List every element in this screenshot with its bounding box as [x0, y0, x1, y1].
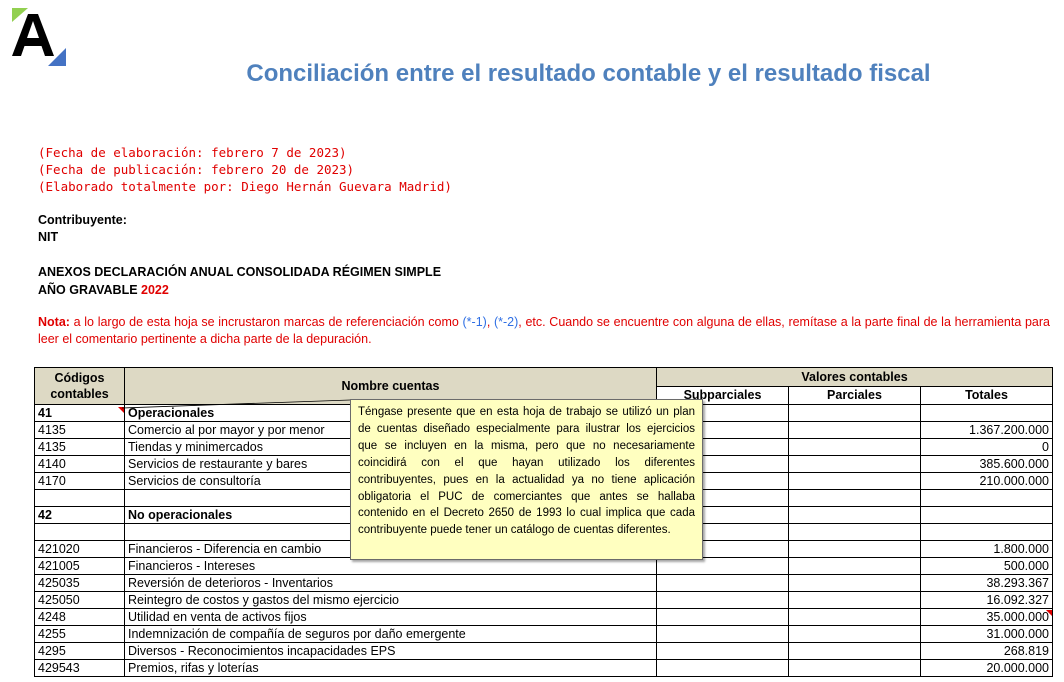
- cell-total[interactable]: 385.600.000: [920, 455, 1053, 473]
- table-row[interactable]: 4255 Indemnización de compañía de seguros…: [34, 625, 1053, 643]
- contribuyente-block: Contribuyente: NIT: [38, 212, 127, 246]
- nota-text-1: a lo largo de esta hoja se incrustaron m…: [69, 315, 463, 329]
- cell-nombre[interactable]: Premios, rifas y loterías: [124, 659, 657, 677]
- cell-parcial[interactable]: [788, 642, 921, 660]
- nota-label: Nota:: [38, 315, 70, 329]
- cell-total[interactable]: 1.367.200.000: [920, 421, 1053, 439]
- cell-nombre[interactable]: Reintegro de costos y gastos del mismo e…: [124, 591, 657, 609]
- cell-total[interactable]: 268.819: [920, 642, 1053, 660]
- table-row[interactable]: 425035 Reversión de deterioros - Inventar…: [34, 574, 1053, 592]
- cell-nombre[interactable]: Financieros - Intereses: [124, 557, 657, 575]
- cell-parcial[interactable]: [788, 659, 921, 677]
- nota-paragraph: Nota: a lo largo de esta hoja se incrust…: [38, 314, 1050, 348]
- cell-subparcial[interactable]: [656, 659, 789, 677]
- cell-codigo[interactable]: 4248: [34, 608, 125, 626]
- cell-nombre[interactable]: Utilidad en venta de activos fijos: [124, 608, 657, 626]
- ano-gravable: AÑO GRAVABLE 2022: [38, 281, 441, 299]
- elaborado-por: (Elaborado totalmente por: Diego Hernán …: [38, 179, 452, 194]
- table-row[interactable]: 4295 Diversos - Reconocimientos incapacid…: [34, 642, 1053, 660]
- contribuyente-label: Contribuyente:: [38, 213, 127, 227]
- table-row[interactable]: 429543 Premios, rifas y loterías 20.000.00…: [34, 659, 1053, 677]
- table-row[interactable]: 421005 Financieros - Intereses 500.000: [34, 557, 1053, 575]
- cell-parcial[interactable]: [788, 574, 921, 592]
- fecha-publicacion: (Fecha de publicación: febrero 20 de 202…: [38, 162, 355, 177]
- cell-parcial[interactable]: [788, 625, 921, 643]
- cell-total[interactable]: 20.000.000: [920, 659, 1053, 677]
- cell-subparcial[interactable]: [656, 574, 789, 592]
- cell-parcial[interactable]: [788, 455, 921, 473]
- cell-nombre[interactable]: Reversión de deterioros - Inventarios: [124, 574, 657, 592]
- header-parciales[interactable]: Parciales: [788, 385, 921, 405]
- ano-value: 2022: [141, 283, 169, 297]
- cell-parcial[interactable]: [788, 591, 921, 609]
- cell-codigo[interactable]: [34, 489, 125, 507]
- dates-block: (Fecha de elaboración: febrero 7 de 2023…: [38, 144, 452, 195]
- cell-parcial[interactable]: [788, 540, 921, 558]
- cell-codigo[interactable]: 425035: [34, 574, 125, 592]
- cell-total[interactable]: 500.000: [920, 557, 1053, 575]
- cell-parcial[interactable]: [788, 421, 921, 439]
- cell-parcial[interactable]: [788, 557, 921, 575]
- cell-parcial[interactable]: [788, 489, 921, 507]
- cell-comment-tooltip: Téngase presente que en esta hoja de tra…: [350, 399, 703, 560]
- cell-codigo[interactable]: 429543: [34, 659, 125, 677]
- nit-label: NIT: [38, 230, 59, 244]
- brand-logo: [12, 8, 68, 66]
- cell-codigo[interactable]: 42: [34, 506, 125, 524]
- cell-parcial[interactable]: [788, 523, 921, 541]
- cell-nombre[interactable]: Diversos - Reconocimientos incapacidades…: [124, 642, 657, 660]
- cell-codigo[interactable]: 4255: [34, 625, 125, 643]
- cell-codigo[interactable]: 425050: [34, 591, 125, 609]
- ref-mark-2[interactable]: (*-2): [494, 315, 518, 329]
- cell-total[interactable]: [920, 506, 1053, 524]
- cell-codigo[interactable]: 4170: [34, 472, 125, 490]
- header-codigos[interactable]: Códigos contables: [34, 367, 125, 405]
- cell-nombre[interactable]: Indemnización de compañía de seguros por…: [124, 625, 657, 643]
- table-row[interactable]: 4248 Utilidad en venta de activos fijos 35…: [34, 608, 1053, 626]
- ref-mark-1[interactable]: (*-1): [463, 315, 487, 329]
- cell-codigo[interactable]: [34, 523, 125, 541]
- cell-total[interactable]: 38.293.367: [920, 574, 1053, 592]
- cell-subparcial[interactable]: [656, 625, 789, 643]
- cell-total[interactable]: [920, 523, 1053, 541]
- cell-total[interactable]: 210.000.000: [920, 472, 1053, 490]
- cell-codigo[interactable]: 4295: [34, 642, 125, 660]
- cell-codigo[interactable]: 4135: [34, 438, 125, 456]
- cell-total[interactable]: 16.092.327: [920, 591, 1053, 609]
- cell-total[interactable]: 0: [920, 438, 1053, 456]
- ano-label: AÑO GRAVABLE: [38, 283, 138, 297]
- cell-total[interactable]: [920, 404, 1053, 422]
- cell-total[interactable]: 1.800.000: [920, 540, 1053, 558]
- cell-total[interactable]: [920, 489, 1053, 507]
- comment-indicator[interactable]: [1046, 610, 1052, 616]
- cell-subparcial[interactable]: [656, 557, 789, 575]
- cell-parcial[interactable]: [788, 404, 921, 422]
- page-title: Conciliación entre el resultado contable…: [246, 60, 931, 87]
- cell-codigo[interactable]: 421005: [34, 557, 125, 575]
- cell-codigo[interactable]: 41: [34, 404, 125, 422]
- cell-parcial[interactable]: [788, 438, 921, 456]
- cell-parcial[interactable]: [788, 472, 921, 490]
- nota-sep: ,: [486, 315, 494, 329]
- cell-codigo[interactable]: 4135: [34, 421, 125, 439]
- cell-codigo[interactable]: 421020: [34, 540, 125, 558]
- cell-subparcial[interactable]: [656, 608, 789, 626]
- anexos-block: ANEXOS DECLARACIÓN ANUAL CONSOLIDADA RÉG…: [38, 263, 441, 299]
- header-totales[interactable]: Totales: [920, 385, 1053, 405]
- cell-codigo[interactable]: 4140: [34, 455, 125, 473]
- cell-parcial[interactable]: [788, 506, 921, 524]
- cell-subparcial[interactable]: [656, 642, 789, 660]
- table-row[interactable]: 425050 Reintegro de costos y gastos del m…: [34, 591, 1053, 609]
- cell-subparcial[interactable]: [656, 591, 789, 609]
- header-valores[interactable]: Valores contables: [656, 367, 1053, 387]
- comment-connector: [121, 399, 351, 409]
- cell-parcial[interactable]: [788, 608, 921, 626]
- cell-total[interactable]: 35.000.000: [920, 608, 1053, 626]
- anexos-title: ANEXOS DECLARACIÓN ANUAL CONSOLIDADA RÉG…: [38, 265, 442, 279]
- cell-total[interactable]: 31.000.000: [920, 625, 1053, 643]
- fecha-elaboracion: (Fecha de elaboración: febrero 7 de 2023…: [38, 145, 347, 160]
